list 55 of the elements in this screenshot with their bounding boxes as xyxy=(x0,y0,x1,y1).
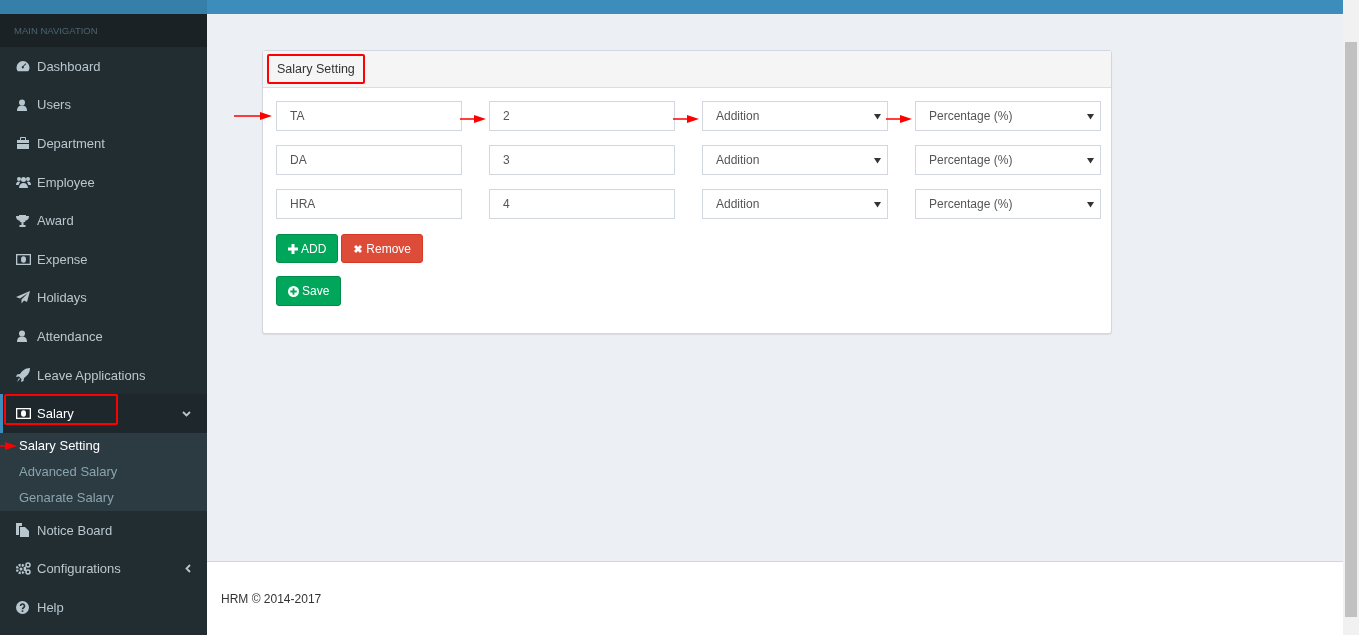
sidebar-item[interactable]: Department xyxy=(0,124,207,163)
sidebar-item[interactable]: Expense xyxy=(0,239,207,279)
dashboard-icon xyxy=(16,60,30,73)
footer-text: HRM © 2014-2017 xyxy=(221,591,322,606)
scrollbar[interactable] xyxy=(1343,0,1359,635)
plus-icon xyxy=(288,243,298,254)
paper-plane-icon xyxy=(16,291,30,305)
select-field[interactable]: Percentage (%) xyxy=(915,189,1101,219)
sidebar-item[interactable]: Salary xyxy=(0,394,207,433)
gears-icon xyxy=(16,562,31,576)
text-field[interactable]: 3 xyxy=(489,145,675,175)
sidebar-item[interactable]: Holidays xyxy=(0,278,207,318)
sidebar-item[interactable]: Help xyxy=(0,588,207,627)
money-icon xyxy=(16,408,31,420)
text-field[interactable]: HRA xyxy=(276,189,462,219)
users-icon xyxy=(16,176,31,189)
sidebar-item[interactable]: Employee xyxy=(0,162,207,202)
caret-icon xyxy=(874,112,881,120)
copy-icon xyxy=(16,523,29,538)
sidebar-item[interactable]: Configurations xyxy=(0,549,207,589)
sidebar-item[interactable]: Award xyxy=(0,201,207,240)
close-icon xyxy=(353,243,364,254)
sidebar-item[interactable]: Attendance xyxy=(0,317,207,356)
submenu-item[interactable]: Advanced Salary xyxy=(0,458,207,485)
text-field[interactable]: TA xyxy=(276,101,462,131)
sidebar-item[interactable]: Dashboard xyxy=(0,47,207,86)
submenu-item[interactable]: Genarate Salary xyxy=(0,484,207,511)
select-field[interactable]: Addition xyxy=(702,101,888,131)
caret-icon xyxy=(1087,112,1094,120)
text-field[interactable]: 2 xyxy=(489,101,675,131)
card-title: Salary Setting xyxy=(267,54,365,84)
user-icon xyxy=(16,330,28,343)
text-field[interactable]: DA xyxy=(276,145,462,175)
select-field[interactable]: Percentage (%) xyxy=(915,101,1101,131)
caret-icon xyxy=(874,156,881,164)
money-icon xyxy=(16,253,31,265)
trophy-icon xyxy=(16,214,29,227)
caret-icon xyxy=(1087,200,1094,208)
plus-circle-icon xyxy=(288,285,299,297)
sidebar-item[interactable]: Leave Applications xyxy=(0,355,207,395)
remove-button[interactable]: Remove xyxy=(341,234,424,263)
rocket-icon xyxy=(16,368,30,383)
text-field[interactable]: 4 xyxy=(489,189,675,219)
help-icon xyxy=(16,600,29,614)
select-field[interactable]: Addition xyxy=(702,189,888,219)
caret-icon xyxy=(874,200,881,208)
caret-icon xyxy=(1087,156,1094,164)
sidebar-item[interactable]: Notice Board xyxy=(0,510,207,550)
user-icon xyxy=(16,98,28,111)
briefcase-icon xyxy=(16,137,30,150)
select-field[interactable]: Addition xyxy=(702,145,888,175)
sidebar-item[interactable]: Users xyxy=(0,85,207,125)
nav-header: MAIN NAVIGATION xyxy=(0,14,207,47)
select-field[interactable]: Percentage (%) xyxy=(915,145,1101,175)
submenu-item[interactable]: Salary Setting xyxy=(0,432,207,459)
